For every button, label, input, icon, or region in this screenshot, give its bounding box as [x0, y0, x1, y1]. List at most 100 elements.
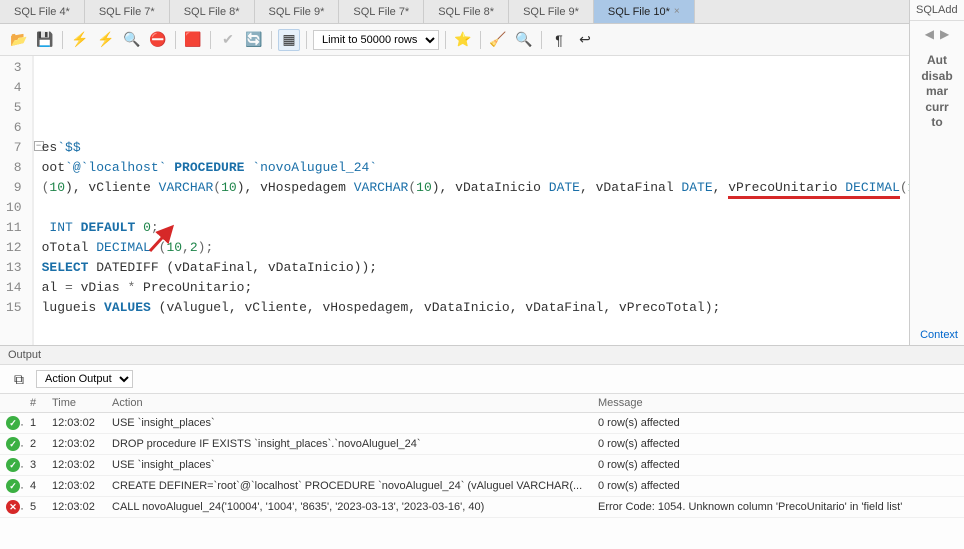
code-editor[interactable]: 3456789101112131415 − es`$$oot`@`localho… [0, 56, 909, 345]
close-icon[interactable]: × [674, 6, 680, 17]
log-message: 0 row(s) affected [592, 455, 964, 476]
nav-prev-icon[interactable]: ◀ [925, 27, 934, 41]
output-log-table: # Time Action Message ✓ 112:03:02USE `ins… [0, 394, 964, 518]
log-action: CREATE DEFINER=`root`@`localhost` PROCED… [106, 476, 592, 497]
editor-area: SQL File 4* SQL File 7* SQL File 8* SQL … [0, 0, 909, 345]
code-line[interactable] [42, 318, 909, 338]
tab-sql-file-7a[interactable]: SQL File 7* [85, 0, 170, 23]
separator [62, 31, 63, 49]
code-line[interactable]: oot`@`localhost` PROCEDURE `novoAluguel_… [42, 158, 909, 178]
log-message: 0 row(s) affected [592, 476, 964, 497]
line-number: 6 [6, 118, 22, 138]
code-line[interactable]: INT DEFAULT 0; [42, 218, 909, 238]
log-row[interactable]: ✓312:03:02USE `insight_places`0 row(s) a… [0, 455, 964, 476]
tab-sql-file-9a[interactable]: SQL File 9* [255, 0, 340, 23]
line-number: 9 [6, 178, 22, 198]
line-number: 10 [6, 198, 22, 218]
col-action[interactable]: Action [106, 394, 592, 413]
code-line[interactable]: es`$$ [42, 138, 909, 158]
code-line[interactable]: (10), vCliente VARCHAR(10), vHospedagem … [42, 178, 909, 198]
separator [210, 31, 211, 49]
log-index: 4 [24, 476, 46, 497]
find-icon[interactable]: 🔍 [513, 29, 535, 51]
line-number: 12 [6, 238, 22, 258]
log-action: USE `insight_places` [106, 413, 592, 434]
explain-icon[interactable]: 🔍 [121, 29, 143, 51]
output-title: Output [0, 346, 964, 365]
tab-label: SQL File 9* [523, 6, 579, 18]
context-help-link[interactable]: Context [910, 325, 964, 345]
code-line[interactable]: oTotal DECIMAL (10,2); [42, 238, 909, 258]
invisible-chars-icon[interactable]: ¶ [548, 29, 570, 51]
col-time[interactable]: Time [46, 394, 106, 413]
tab-label: SQL File 9* [269, 6, 325, 18]
output-copy-icon[interactable]: ⧉ [8, 368, 30, 390]
code-line[interactable] [42, 338, 909, 345]
separator [541, 31, 542, 49]
error-icon: ✕ [6, 500, 20, 514]
line-number: 3 [6, 58, 22, 78]
col-index[interactable]: # [24, 394, 46, 413]
tab-sql-file-9b[interactable]: SQL File 9* [509, 0, 594, 23]
record-icon[interactable]: 🟥 [182, 29, 204, 51]
tab-sql-file-8b[interactable]: SQL File 8* [424, 0, 509, 23]
code-line[interactable] [42, 198, 909, 218]
success-icon: ✓ [6, 437, 20, 451]
success-icon: ✓ [6, 479, 20, 493]
col-message[interactable]: Message [592, 394, 964, 413]
success-icon: ✓ [6, 416, 20, 430]
log-row[interactable]: ✕512:03:02CALL novoAluguel_24('10004', '… [0, 497, 964, 518]
line-number: 8 [6, 158, 22, 178]
log-action: DROP procedure IF EXISTS `insight_places… [106, 434, 592, 455]
tab-sql-file-4[interactable]: SQL File 4* [0, 0, 85, 23]
col-status [0, 394, 24, 413]
line-number-gutter: 3456789101112131415 [0, 56, 33, 345]
log-action: USE `insight_places` [106, 455, 592, 476]
favorite-icon[interactable]: ⭐ [452, 29, 474, 51]
code-line[interactable] [42, 118, 909, 138]
tab-label: SQL File 10* [608, 6, 670, 18]
success-icon: ✓ [6, 458, 20, 472]
save-icon[interactable]: 💾 [34, 29, 56, 51]
nav-next-icon[interactable]: ▶ [940, 27, 949, 41]
tab-sql-file-7b[interactable]: SQL File 7* [339, 0, 424, 23]
log-index: 1 [24, 413, 46, 434]
beautify-icon[interactable]: 🧹 [487, 29, 509, 51]
tab-sql-file-10[interactable]: SQL File 10* × [594, 0, 695, 23]
code-line[interactable]: SELECT DATEDIFF (vDataFinal, vDataInicio… [42, 258, 909, 278]
output-toolbar: ⧉ Action Output [0, 365, 964, 394]
code-line[interactable]: lugueis VALUES (vAluguel, vCliente, vHos… [42, 298, 909, 318]
execute-icon[interactable]: ⚡ [69, 29, 91, 51]
tab-sql-file-8a[interactable]: SQL File 8* [170, 0, 255, 23]
log-message: Error Code: 1054. Unknown column 'PrecoU… [592, 497, 964, 518]
output-mode-select[interactable]: Action Output [36, 370, 133, 388]
tab-label: SQL File 4* [14, 6, 70, 18]
autocommit-icon[interactable]: ▦ [278, 29, 300, 51]
execute-step-icon[interactable]: ⚡ [95, 29, 117, 51]
log-row[interactable]: ✓412:03:02CREATE DEFINER=`root`@`localho… [0, 476, 964, 497]
line-number: 5 [6, 98, 22, 118]
line-number: 4 [6, 78, 22, 98]
log-time: 12:03:02 [46, 434, 106, 455]
code-line[interactable]: al = vDias * PrecoUnitario; [42, 278, 909, 298]
editor-toolbar: 📂 💾 ⚡ ⚡ 🔍 ⛔ 🟥 ✔ 🔄 ▦ Limit to 50000 rows … [0, 24, 909, 56]
word-wrap-icon[interactable]: ↩ [574, 29, 596, 51]
separator [306, 31, 307, 49]
log-row[interactable]: ✓212:03:02DROP procedure IF EXISTS `insi… [0, 434, 964, 455]
line-number: 13 [6, 258, 22, 278]
log-time: 12:03:02 [46, 455, 106, 476]
separator [271, 31, 272, 49]
log-message: 0 row(s) affected [592, 413, 964, 434]
separator [175, 31, 176, 49]
log-message: 0 row(s) affected [592, 434, 964, 455]
tab-label: SQL File 7* [99, 6, 155, 18]
open-file-icon[interactable]: 📂 [8, 29, 30, 51]
rollback-icon[interactable]: 🔄 [243, 29, 265, 51]
code-lines[interactable]: es`$$oot`@`localhost` PROCEDURE `novoAlu… [34, 56, 909, 345]
row-limit-select[interactable]: Limit to 50000 rows [313, 30, 439, 50]
line-number: 14 [6, 278, 22, 298]
stop-icon[interactable]: ⛔ [147, 29, 169, 51]
log-row[interactable]: ✓112:03:02USE `insight_places`0 row(s) a… [0, 413, 964, 434]
commit-icon[interactable]: ✔ [217, 29, 239, 51]
separator [480, 31, 481, 49]
